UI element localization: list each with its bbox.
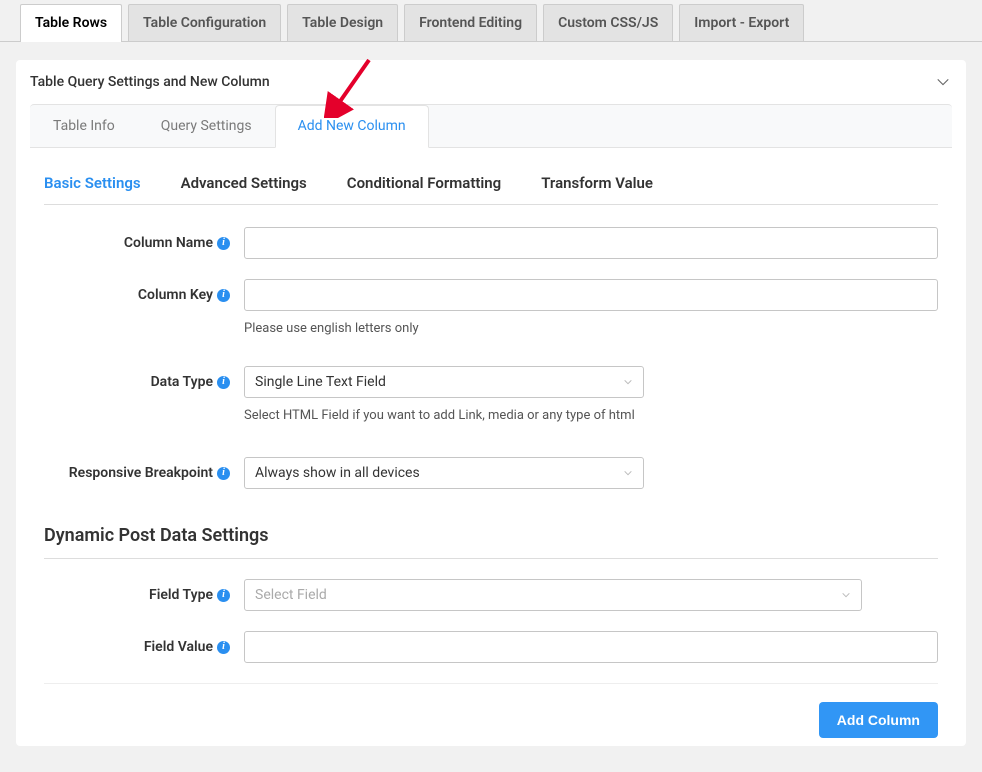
label-field-value-text: Field Value: [144, 639, 213, 655]
input-field-value[interactable]: [244, 631, 938, 663]
row-column-key: Column Key i Please use english letters …: [44, 279, 938, 336]
select-responsive-breakpoint[interactable]: Always show in all devices: [244, 457, 644, 489]
select-field-type-placeholder: Select Field: [255, 587, 327, 603]
settings-panel: Table Query Settings and New Column Tabl…: [16, 60, 966, 746]
tab-import-export[interactable]: Import - Export: [679, 4, 804, 41]
input-column-name[interactable]: [244, 227, 938, 259]
info-icon[interactable]: i: [217, 376, 230, 389]
label-field-value: Field Value i: [44, 631, 244, 655]
sec-tab-basic-settings[interactable]: Basic Settings: [44, 174, 141, 192]
label-data-type-text: Data Type: [151, 374, 213, 390]
section-title-dynamic: Dynamic Post Data Settings: [44, 525, 938, 559]
label-responsive: Responsive Breakpoint i: [44, 457, 244, 481]
hint-column-key: Please use english letters only: [244, 321, 938, 336]
label-data-type: Data Type i: [44, 366, 244, 390]
select-field-type[interactable]: Select Field: [244, 579, 862, 611]
sub-tab-add-new-column[interactable]: Add New Column: [275, 105, 429, 148]
sub-tab-query-settings[interactable]: Query Settings: [138, 105, 275, 147]
tab-table-rows[interactable]: Table Rows: [20, 4, 122, 41]
label-responsive-text: Responsive Breakpoint: [69, 465, 213, 481]
info-icon[interactable]: i: [217, 289, 230, 302]
label-column-key-text: Column Key: [138, 287, 213, 303]
label-column-key: Column Key i: [44, 279, 244, 303]
chevron-down-icon: [936, 75, 950, 89]
chevron-down-icon: [623, 468, 633, 478]
info-icon[interactable]: i: [217, 237, 230, 250]
tab-content: Basic Settings Advanced Settings Conditi…: [16, 148, 966, 746]
info-icon[interactable]: i: [217, 589, 230, 602]
info-icon[interactable]: i: [217, 467, 230, 480]
select-data-type[interactable]: Single Line Text Field: [244, 366, 644, 398]
row-field-value: Field Value i: [44, 631, 938, 663]
chevron-down-icon: [841, 590, 851, 600]
sec-tab-advanced-settings[interactable]: Advanced Settings: [181, 174, 307, 192]
row-field-type: Field Type i Select Field: [44, 579, 938, 611]
sec-tab-transform-value[interactable]: Transform Value: [541, 174, 653, 192]
label-column-name: Column Name i: [44, 227, 244, 251]
main-tabs: Table Rows Table Configuration Table Des…: [0, 0, 982, 42]
add-column-button[interactable]: Add Column: [819, 702, 938, 738]
tab-table-configuration[interactable]: Table Configuration: [128, 4, 281, 41]
sub-tab-table-info[interactable]: Table Info: [30, 105, 138, 147]
label-field-type-text: Field Type: [149, 587, 213, 603]
panel-header[interactable]: Table Query Settings and New Column: [16, 60, 966, 104]
select-data-type-value: Single Line Text Field: [255, 374, 386, 390]
row-responsive: Responsive Breakpoint i Always show in a…: [44, 457, 938, 489]
divider: [44, 683, 938, 684]
row-data-type: Data Type i Single Line Text Field Selec…: [44, 366, 938, 423]
actions: Add Column: [44, 702, 938, 746]
label-field-type: Field Type i: [44, 579, 244, 603]
tab-table-design[interactable]: Table Design: [287, 4, 398, 41]
panel-title: Table Query Settings and New Column: [30, 74, 270, 90]
section-tabs: Basic Settings Advanced Settings Conditi…: [44, 174, 938, 205]
select-responsive-value: Always show in all devices: [255, 465, 420, 481]
tab-custom-css-js[interactable]: Custom CSS/JS: [543, 4, 673, 41]
label-column-name-text: Column Name: [124, 235, 213, 251]
sec-tab-conditional-formatting[interactable]: Conditional Formatting: [347, 174, 501, 192]
row-column-name: Column Name i: [44, 227, 938, 259]
input-column-key[interactable]: [244, 279, 938, 311]
chevron-down-icon: [623, 377, 633, 387]
info-icon[interactable]: i: [217, 641, 230, 654]
sub-tabs: Table Info Query Settings Add New Column: [30, 104, 952, 148]
tab-frontend-editing[interactable]: Frontend Editing: [404, 4, 537, 41]
hint-data-type: Select HTML Field if you want to add Lin…: [244, 408, 644, 423]
